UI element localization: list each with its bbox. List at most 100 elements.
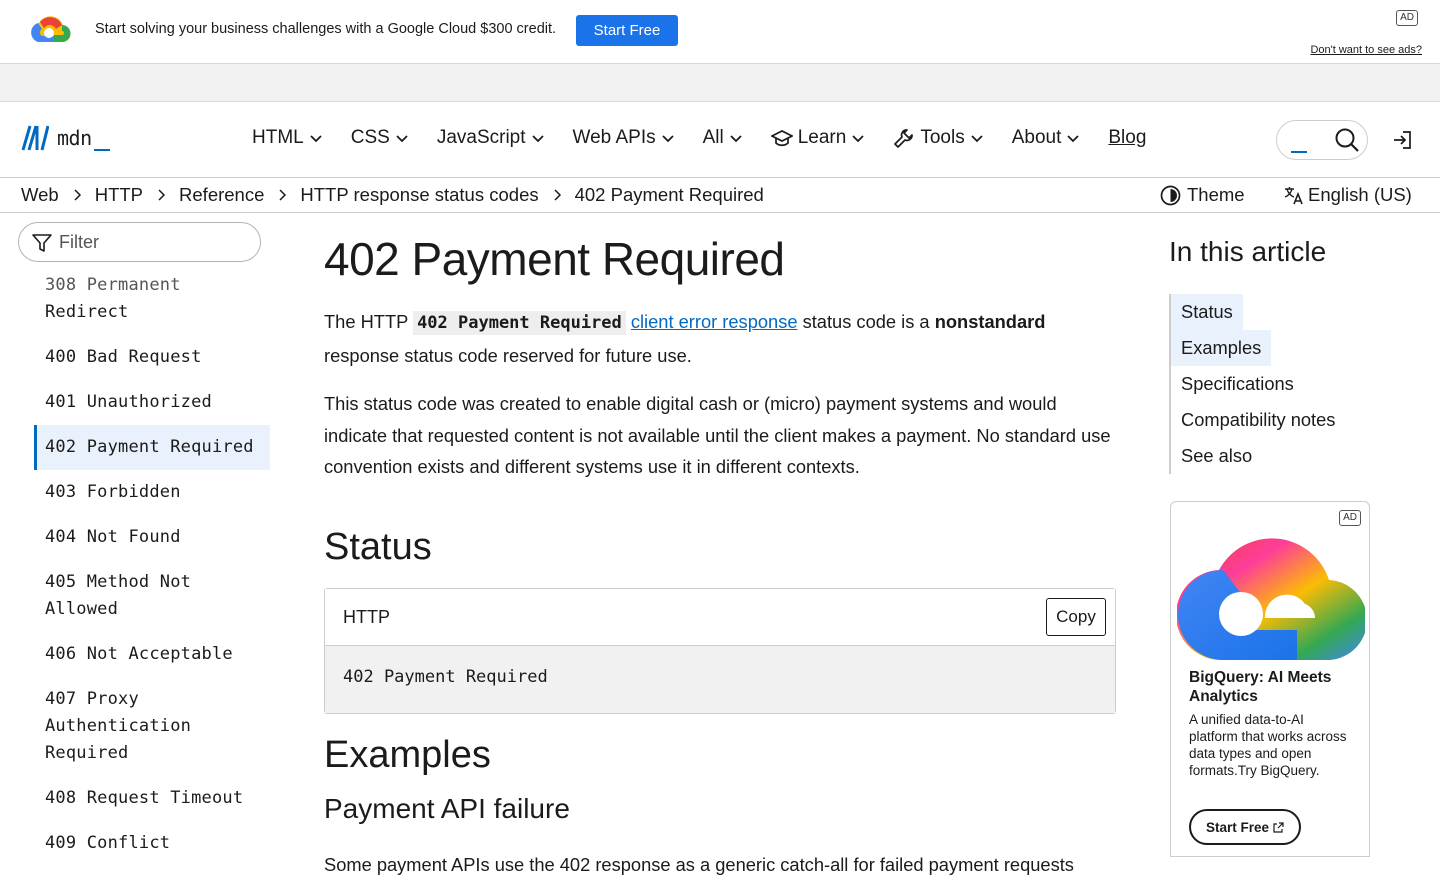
sidebar-item-404[interactable]: 404 Not Found (34, 524, 270, 551)
code-block-header: HTTP Copy (325, 589, 1115, 646)
code-language: HTTP (343, 607, 390, 628)
chevron-right-icon (155, 189, 167, 201)
sidebar-item-label: Authentication (45, 713, 270, 740)
login-icon[interactable] (1392, 130, 1412, 150)
intro-paragraph: The HTTP 402 Payment Required client err… (324, 306, 1116, 371)
toc-item-specifications[interactable]: Specifications (1171, 366, 1409, 402)
logo-text: mdn (57, 126, 110, 151)
search-icon[interactable] (1334, 127, 1360, 153)
dont-want-ads-link[interactable]: Don't want to see ads? (1310, 44, 1422, 56)
nav-css[interactable]: CSS (351, 127, 409, 149)
nav-blog[interactable]: Blog (1108, 127, 1146, 149)
side-ad[interactable]: AD BigQuery: AI Meets Analytics A unifie… (1170, 501, 1370, 857)
sidebar-item-label: 308 Permanent (45, 272, 270, 299)
google-cloud-logo-icon (26, 12, 72, 50)
chevron-right-icon (551, 189, 563, 201)
sidebar-item-406[interactable]: 406 Not Acceptable (34, 641, 270, 668)
sidebar-filter-input[interactable]: Filter (18, 222, 261, 262)
toc-item-examples[interactable]: Examples (1171, 330, 1271, 366)
examples-heading: Examples (324, 731, 1116, 779)
breadcrumb-status-codes[interactable]: HTTP response status codes (300, 184, 538, 206)
nav-learn-label: Learn (798, 127, 847, 149)
toc-item-status[interactable]: Status (1171, 294, 1243, 330)
wrench-icon (893, 127, 915, 149)
sidebar-item-label: 405 Method Not (45, 569, 270, 596)
language-selector[interactable]: English (US) (1283, 184, 1412, 206)
nav-tools-label: Tools (920, 127, 964, 149)
nav-learn[interactable]: Learn (771, 127, 866, 149)
nav-about[interactable]: About (1012, 127, 1081, 149)
ad-banner: Start solving your business challenges w… (0, 0, 1440, 64)
code-block-body: 402 Payment Required (325, 646, 1115, 713)
nav-html[interactable]: HTML (252, 127, 323, 149)
code-line: 402 Payment Required (343, 667, 548, 687)
breadcrumb-bar: Web HTTP Reference HTTP response status … (0, 178, 1440, 213)
client-error-response-link[interactable]: client error response (631, 311, 798, 332)
intro-text: The HTTP (324, 311, 413, 332)
sidebar-item-407[interactable]: 407 Proxy Authentication Required (34, 686, 270, 767)
chevron-down-icon (395, 131, 409, 145)
sidebar-item-408[interactable]: 408 Request Timeout (34, 785, 270, 812)
translate-icon (1283, 185, 1304, 206)
breadcrumb-web[interactable]: Web (21, 184, 59, 206)
nav-tools[interactable]: Tools (893, 127, 983, 149)
main-nav: HTML CSS JavaScript Web APIs All Learn T… (252, 127, 1174, 149)
nav-web-apis[interactable]: Web APIs (573, 127, 675, 149)
inline-code: 402 Payment Required (413, 311, 626, 335)
ad-description: A unified data-to-AI platform that works… (1189, 711, 1349, 779)
chevron-down-icon (970, 131, 984, 145)
breadcrumb-reference[interactable]: Reference (179, 184, 264, 206)
intro-text: status code is a (798, 311, 935, 332)
copy-button[interactable]: Copy (1046, 598, 1106, 636)
ad-spacer (0, 64, 1440, 102)
chevron-right-icon (71, 189, 83, 201)
nav-about-label: About (1012, 127, 1062, 149)
nav-web-apis-label: Web APIs (573, 127, 656, 149)
breadcrumb-current[interactable]: 402 Payment Required (575, 184, 764, 206)
page-title: 402 Payment Required (324, 225, 1116, 293)
breadcrumb-http[interactable]: HTTP (95, 184, 143, 206)
theme-toggle[interactable]: Theme (1160, 184, 1245, 206)
nav-css-label: CSS (351, 127, 390, 149)
sidebar-item-400[interactable]: 400 Bad Request (34, 344, 270, 371)
chevron-down-icon (661, 131, 675, 145)
breadcrumb: Web HTTP Reference HTTP response status … (21, 184, 764, 206)
ad-text: Start solving your business challenges w… (95, 21, 556, 37)
mdn-logo[interactable]: mdn (21, 124, 110, 152)
nav-javascript[interactable]: JavaScript (437, 127, 545, 149)
theme-icon (1160, 185, 1181, 206)
chevron-down-icon (1066, 131, 1080, 145)
ad-start-free-button[interactable]: Start Free (1189, 809, 1301, 845)
sidebar-item-label: Allowed (45, 596, 270, 623)
mdn-logo-icon (21, 124, 49, 152)
intro-bold: nonstandard (935, 311, 1046, 332)
google-cloud-logo-icon (1177, 510, 1365, 664)
filter-icon (31, 232, 53, 254)
chevron-down-icon (729, 131, 743, 145)
nav-all-label: All (703, 127, 724, 149)
toc-item-compatibility-notes[interactable]: Compatibility notes (1171, 402, 1409, 438)
examples-paragraph: Some payment APIs use the 402 response a… (324, 849, 1116, 880)
language-label: English (US) (1308, 184, 1412, 206)
chevron-down-icon (531, 131, 545, 145)
toc-heading: In this article (1169, 232, 1409, 272)
ad-start-free-button[interactable]: Start Free (576, 15, 678, 46)
sidebar-item-308[interactable]: 308 Permanent Redirect (34, 272, 270, 326)
article: 402 Payment Required The HTTP 402 Paymen… (324, 225, 1116, 880)
sidebar-item-405[interactable]: 405 Method Not Allowed (34, 569, 270, 623)
sidebar-item-409[interactable]: 409 Conflict (34, 830, 270, 857)
sidebar-item-label: Required (45, 740, 270, 767)
sidebar-item-label: 407 Proxy (45, 686, 270, 713)
graduation-cap-icon (771, 127, 793, 149)
toc-item-see-also[interactable]: See also (1171, 438, 1409, 474)
sidebar-item-402[interactable]: 402 Payment Required (34, 425, 270, 470)
chevron-down-icon (309, 131, 323, 145)
ad-headline: BigQuery: AI Meets Analytics (1189, 668, 1359, 706)
sidebar-item-label: Redirect (45, 299, 270, 326)
nav-all[interactable]: All (703, 127, 743, 149)
theme-label: Theme (1187, 184, 1245, 206)
sidebar-item-401[interactable]: 401 Unauthorized (34, 389, 270, 416)
sidebar-item-403[interactable]: 403 Forbidden (34, 479, 270, 506)
table-of-contents: In this article Status Examples Specific… (1169, 232, 1409, 474)
search-input[interactable] (1276, 120, 1368, 160)
